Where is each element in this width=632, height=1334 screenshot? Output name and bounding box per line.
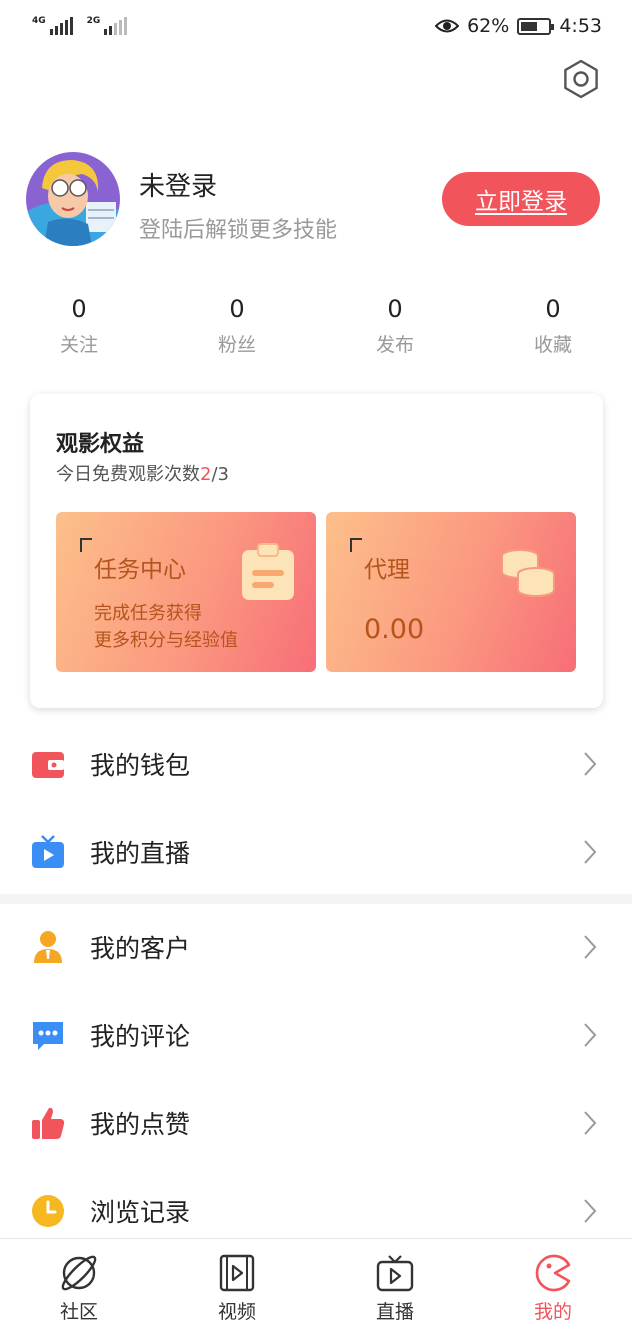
status-bar: 4G 2G 62% 4:53 bbox=[0, 0, 632, 52]
task-center-tile[interactable]: 任务中心 完成任务获得 更多积分与经验值 bbox=[56, 512, 316, 672]
tab-label: 视频 bbox=[217, 1301, 256, 1323]
stat-favorites[interactable]: 0 收藏 bbox=[474, 292, 632, 357]
signal-icon: 4G bbox=[32, 17, 73, 35]
tab-label: 我的 bbox=[533, 1301, 572, 1323]
menu-group-1: 我的钱包 我的直播 bbox=[0, 720, 632, 896]
menu-label: 浏览记录 bbox=[90, 1198, 191, 1227]
task-center-line: 更多积分与经验值 bbox=[94, 630, 238, 651]
avatar-illustration bbox=[26, 152, 120, 246]
chevron-right-icon bbox=[584, 935, 597, 959]
pacman-icon bbox=[535, 1254, 571, 1292]
menu-label: 我的直播 bbox=[90, 839, 191, 868]
stat-fans[interactable]: 0 粉丝 bbox=[158, 292, 316, 357]
tab-mine[interactable]: 我的 bbox=[474, 1239, 632, 1334]
task-center-title: 任务中心 bbox=[94, 557, 186, 583]
customer-icon bbox=[34, 931, 62, 963]
wallet-icon bbox=[32, 752, 64, 778]
stat-label: 关注 bbox=[59, 334, 98, 356]
corner-mark bbox=[80, 538, 92, 552]
agent-title: 代理 bbox=[364, 557, 410, 583]
agent-tile[interactable]: 代理 0.00 bbox=[326, 512, 576, 672]
battery-icon bbox=[517, 17, 555, 35]
eye-icon bbox=[435, 19, 460, 33]
gear-icon bbox=[564, 59, 598, 99]
stat-value: 0 bbox=[545, 295, 561, 323]
user-name: 未登录 bbox=[139, 172, 218, 202]
menu-label: 我的点赞 bbox=[90, 1110, 191, 1139]
menu-item-customers[interactable]: 我的客户 bbox=[0, 903, 632, 991]
corner-mark bbox=[350, 538, 362, 552]
menu-label: 我的评论 bbox=[90, 1022, 191, 1051]
menu-item-wallet[interactable]: 我的钱包 bbox=[0, 720, 632, 808]
stat-posts[interactable]: 0 发布 bbox=[316, 292, 474, 357]
coins-icon bbox=[501, 549, 555, 597]
task-center-line: 完成任务获得 bbox=[94, 603, 202, 624]
settings-button[interactable] bbox=[560, 58, 602, 100]
clock-time: 4:53 bbox=[559, 15, 602, 37]
battery-percent: 62% bbox=[467, 15, 510, 37]
free-views-label: 今日免费观影次数 bbox=[56, 464, 200, 485]
signal-icon: 2G bbox=[87, 17, 128, 35]
menu-label: 我的客户 bbox=[90, 934, 191, 963]
live-tv-icon bbox=[376, 1255, 414, 1292]
stats-row: 0 关注 0 粉丝 0 发布 0 收藏 bbox=[0, 292, 632, 357]
login-button[interactable]: 立即登录 bbox=[442, 172, 600, 226]
planet-icon bbox=[61, 1255, 97, 1291]
chevron-right-icon bbox=[584, 840, 597, 864]
thumbs-up-icon bbox=[32, 1107, 65, 1139]
signal-group: 4G 2G bbox=[32, 17, 128, 35]
free-views-text: 今日免费观影次数2/3 bbox=[56, 460, 229, 486]
profile-header: 未登录 登陆后解锁更多技能 立即登录 bbox=[26, 152, 606, 248]
network-type: 4G bbox=[32, 16, 46, 26]
chevron-right-icon bbox=[584, 1111, 597, 1135]
chevron-right-icon bbox=[584, 752, 597, 776]
stat-value: 0 bbox=[229, 295, 245, 323]
comment-icon bbox=[33, 1022, 63, 1050]
status-right: 62% 4:53 bbox=[435, 15, 602, 37]
bottom-tab-bar: 社区 视频 直播 我的 bbox=[0, 1238, 632, 1334]
tab-live[interactable]: 直播 bbox=[316, 1239, 474, 1334]
viewing-benefits-card: 观影权益 今日免费观影次数2/3 任务中心 完成任务获得 更多积分与经验值 代理… bbox=[30, 394, 603, 708]
menu-group-2: 我的客户 我的评论 我的点赞 浏览记录 bbox=[0, 903, 632, 1255]
free-views-used: 2 bbox=[200, 464, 212, 485]
chevron-right-icon bbox=[584, 1199, 597, 1223]
free-views-total: /3 bbox=[211, 464, 229, 485]
film-icon bbox=[219, 1254, 255, 1292]
tab-community[interactable]: 社区 bbox=[0, 1239, 158, 1334]
avatar[interactable] bbox=[26, 152, 120, 246]
user-subtitle: 登陆后解锁更多技能 bbox=[139, 218, 338, 243]
tab-video[interactable]: 视频 bbox=[158, 1239, 316, 1334]
menu-item-live[interactable]: 我的直播 bbox=[0, 808, 632, 896]
card-title: 观影权益 bbox=[56, 432, 145, 457]
tab-label: 社区 bbox=[59, 1301, 98, 1323]
menu-label: 我的钱包 bbox=[90, 751, 191, 780]
tab-label: 直播 bbox=[375, 1301, 414, 1323]
clock-icon bbox=[32, 1195, 64, 1227]
stat-label: 粉丝 bbox=[217, 334, 256, 356]
menu-item-comments[interactable]: 我的评论 bbox=[0, 991, 632, 1079]
stat-value: 0 bbox=[71, 295, 87, 323]
clipboard-icon bbox=[242, 543, 294, 600]
tv-icon bbox=[32, 835, 64, 868]
stat-label: 收藏 bbox=[533, 334, 572, 356]
chevron-right-icon bbox=[584, 1023, 597, 1047]
stat-following[interactable]: 0 关注 bbox=[0, 292, 158, 357]
stat-label: 发布 bbox=[375, 334, 414, 356]
task-center-desc: 完成任务获得 更多积分与经验值 bbox=[94, 600, 238, 654]
network-type: 2G bbox=[86, 16, 101, 26]
agent-value: 0.00 bbox=[364, 614, 425, 645]
stat-value: 0 bbox=[387, 295, 403, 323]
menu-item-likes[interactable]: 我的点赞 bbox=[0, 1079, 632, 1167]
